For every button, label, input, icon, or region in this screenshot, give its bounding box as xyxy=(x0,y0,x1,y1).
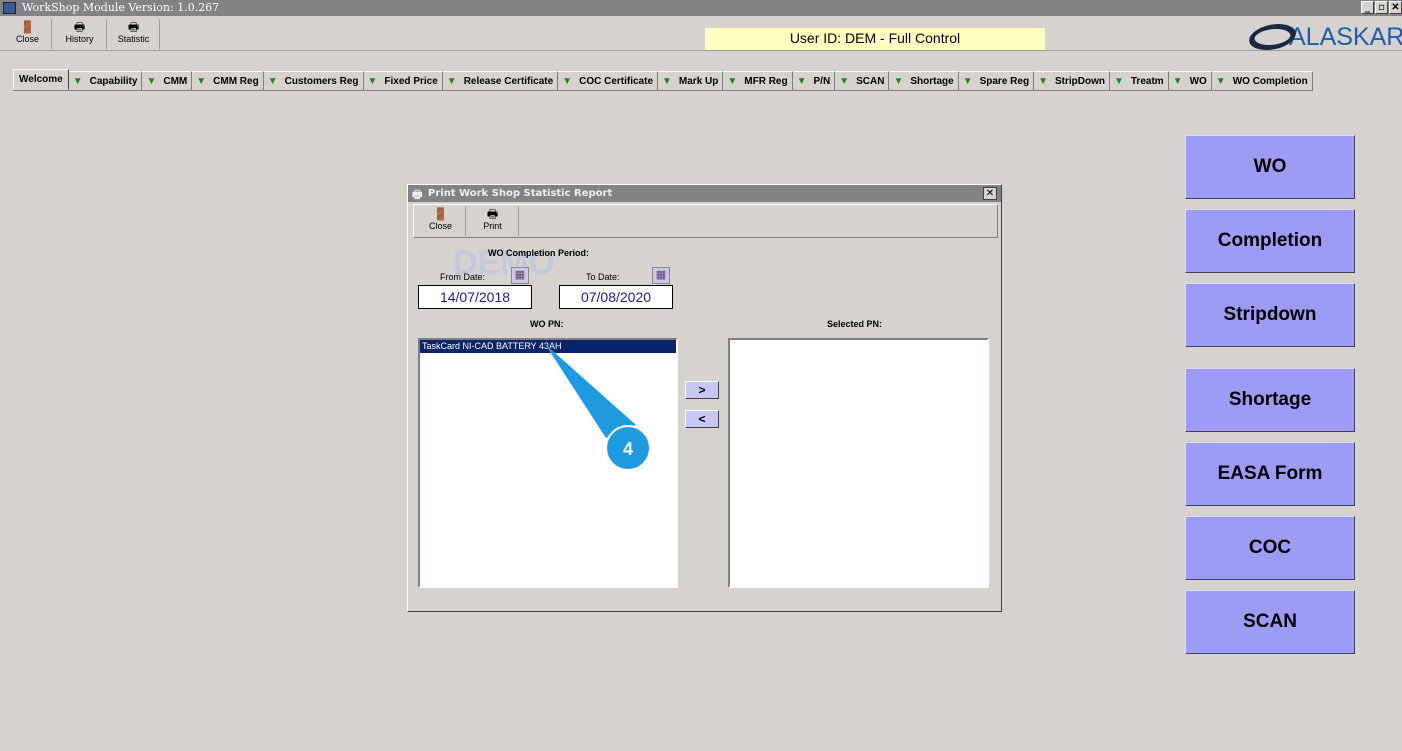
side-button-shortage[interactable]: Shortage xyxy=(1185,368,1355,432)
side-button-wo[interactable]: WO xyxy=(1185,135,1355,199)
side-button-stripdown[interactable]: Stripdown xyxy=(1185,283,1355,347)
side-button-completion[interactable]: Completion xyxy=(1185,209,1355,273)
side-button-coc[interactable]: COC xyxy=(1185,516,1355,580)
side-button-scan[interactable]: SCAN xyxy=(1185,590,1355,654)
callout-number: 4 xyxy=(623,439,633,459)
callout-pointer xyxy=(545,344,636,438)
side-button-easa-form[interactable]: EASA Form xyxy=(1185,442,1355,506)
